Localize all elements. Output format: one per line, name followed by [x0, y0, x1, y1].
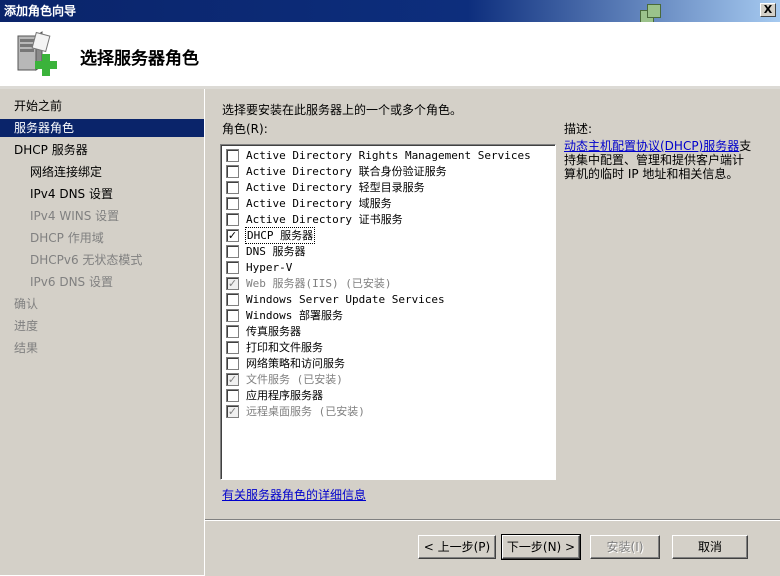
window-title: 添加角色向导: [4, 4, 77, 18]
sidebar-step[interactable]: 服务器角色: [0, 119, 204, 137]
title-bar: 添加角色向导 X: [0, 0, 780, 24]
role-checkbox[interactable]: [226, 309, 239, 322]
sidebar-step[interactable]: IPv6 DNS 设置: [0, 273, 204, 291]
sidebar-step[interactable]: IPv4 WINS 设置: [0, 207, 204, 225]
role-checkbox[interactable]: [226, 197, 239, 210]
sidebar-step[interactable]: 确认: [0, 295, 204, 313]
sidebar-step[interactable]: 结果: [0, 339, 204, 357]
role-label: 应用程序服务器: [246, 389, 323, 402]
role-checkbox[interactable]: [226, 165, 239, 178]
description-label: 描述:: [564, 122, 593, 136]
role-checkbox[interactable]: [226, 245, 239, 258]
role-label: 文件服务 (已安装): [246, 373, 343, 386]
role-label: 远程桌面服务 (已安装): [246, 405, 365, 418]
page-title: 选择服务器角色: [80, 49, 199, 69]
sidebar-step[interactable]: 进度: [0, 317, 204, 335]
role-checkbox[interactable]: [226, 293, 239, 306]
roles-checklist[interactable]: Active Directory Rights Management Servi…: [220, 144, 556, 480]
role-checkbox[interactable]: [226, 261, 239, 274]
role-label: Active Directory 联合身份验证服务: [246, 165, 447, 178]
role-label: Web 服务器(IIS) (已安装): [246, 277, 392, 290]
wizard-steps-sidebar: 开始之前服务器角色 DHCP 服务器 网络连接绑定 IPv4 DNS 设置 IPv4 W…: [0, 89, 205, 575]
more-info-link[interactable]: 有关服务器角色的详细信息: [222, 486, 366, 503]
role-label: Hyper-V: [246, 261, 293, 274]
next-button[interactable]: 下一步(N) >: [501, 534, 581, 560]
role-checkbox: ✓: [226, 277, 239, 290]
roles-label: 角色(R):: [222, 122, 268, 136]
instruction-text: 选择要安装在此服务器上的一个或多个角色。: [222, 103, 463, 117]
role-label: 打印和文件服务: [246, 341, 323, 354]
sidebar-step[interactable]: 网络连接绑定: [0, 163, 204, 181]
dhcp-server-link[interactable]: 动态主机配置协议(DHCP)服务器: [564, 139, 739, 153]
server-add-icon: [17, 31, 57, 76]
role-label: Active Directory 域服务: [246, 197, 392, 210]
role-label: Active Directory Rights Management Servi…: [246, 149, 531, 162]
cancel-button[interactable]: 取消: [672, 535, 748, 559]
role-label: DNS 服务器: [246, 245, 306, 258]
role-label: DHCP 服务器: [244, 227, 316, 244]
role-label: 传真服务器: [246, 325, 301, 338]
sidebar-step[interactable]: DHCP 服务器: [0, 141, 204, 159]
role-checkbox[interactable]: [226, 213, 239, 226]
role-checkbox: ✓: [226, 373, 239, 386]
role-checkbox[interactable]: [226, 357, 239, 370]
sidebar-step[interactable]: 开始之前: [0, 97, 204, 115]
sidebar-step[interactable]: IPv4 DNS 设置: [0, 185, 204, 203]
wizard-header: 选择服务器角色: [0, 22, 780, 87]
role-checkbox[interactable]: [226, 149, 239, 162]
role-checkbox[interactable]: [226, 389, 239, 402]
main-panel: 选择要安装在此服务器上的一个或多个角色。 角色(R): Active Direc…: [205, 89, 780, 519]
role-label: Windows 部署服务: [246, 309, 343, 322]
role-checkbox[interactable]: [226, 341, 239, 354]
role-label: 网络策略和访问服务: [246, 357, 345, 370]
button-bar: < 上一步(P) 下一步(N) > 安装(I) 取消: [205, 519, 780, 576]
close-button[interactable]: X: [760, 3, 776, 17]
role-checkbox[interactable]: [226, 325, 239, 338]
role-label: Windows Server Update Services: [246, 293, 445, 306]
role-label: Active Directory 轻型目录服务: [246, 181, 425, 194]
previous-button[interactable]: < 上一步(P): [418, 535, 496, 559]
install-button[interactable]: 安装(I): [590, 535, 660, 559]
description-text: 动态主机配置协议(DHCP)服务器支持集中配置、管理和提供客户端计算机的临时 I…: [564, 139, 754, 181]
role-checkbox[interactable]: ✓: [226, 229, 239, 242]
window-switch-icon: [640, 4, 662, 24]
sidebar-step[interactable]: DHCP 作用域: [0, 229, 204, 247]
role-label: Active Directory 证书服务: [246, 213, 403, 226]
role-checkbox[interactable]: [226, 181, 239, 194]
sidebar-step[interactable]: DHCPv6 无状态模式: [0, 251, 204, 269]
role-checkbox: ✓: [226, 405, 239, 418]
